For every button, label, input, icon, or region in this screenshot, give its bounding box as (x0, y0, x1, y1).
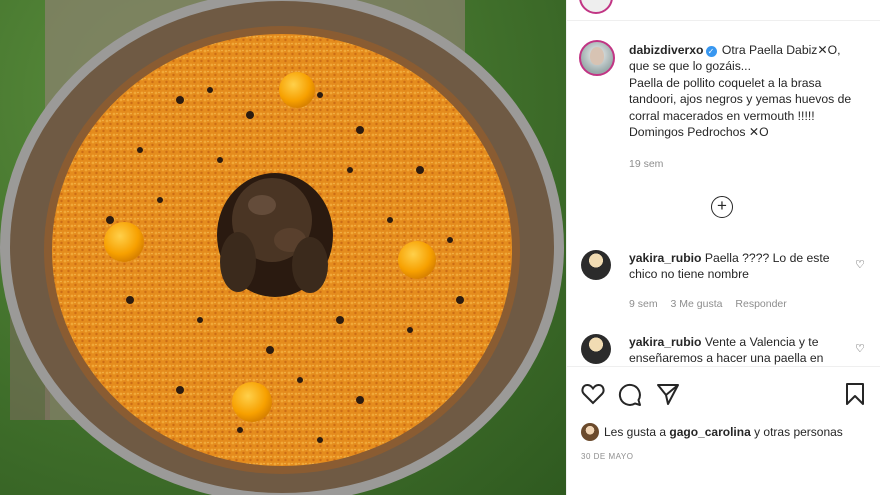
comment-line: Vente a Valencia y te (704, 335, 819, 349)
commenter-avatar[interactable] (581, 334, 611, 364)
divider (567, 20, 880, 21)
caption-line: Otra Paella Dabiz✕O, (721, 43, 841, 57)
caption-line: Domingos Pedrochos ✕O (629, 125, 769, 140)
likes-suffix[interactable]: y otras personas (754, 425, 843, 439)
author-avatar[interactable] (579, 40, 615, 76)
yolk-right (398, 241, 436, 279)
caption-line: tandoori, ajos negros y yemas huevos de (629, 92, 852, 107)
comment-line: enseñaremos a hacer una paella en (629, 351, 824, 366)
header-avatar[interactable] (579, 0, 613, 14)
comment-time[interactable]: 9 sem (629, 298, 658, 310)
comment-likes[interactable]: 3 Me gusta (671, 298, 723, 310)
heart-icon[interactable] (581, 383, 605, 405)
paella-photo (0, 0, 564, 495)
comment-icon[interactable] (618, 383, 642, 407)
verified-badge-icon: ✓ (705, 46, 717, 57)
liker-avatar[interactable] (581, 423, 599, 441)
load-more-comments-button[interactable]: + (711, 196, 733, 218)
yolk-top (279, 72, 315, 108)
comment-meta: 9 sem 3 Me gusta Responder (629, 298, 797, 310)
caption-text: dabizdiverxo ✓ Otra Paella Dabiz✕O, que s… (629, 42, 879, 140)
comment-reply-button[interactable]: Responder (735, 298, 786, 310)
commenter-avatar[interactable] (581, 250, 611, 280)
yolk-left (104, 222, 144, 262)
caption-line: corral macerados en vermouth !!!!! (629, 108, 815, 123)
post-sidebar: dabizdiverxo ✓ Otra Paella Dabiz✕O, que s… (566, 0, 880, 496)
comment-like-heart-icon[interactable]: ♡ (855, 258, 865, 271)
commenter-username[interactable]: yakira_rubio (629, 251, 701, 265)
likes-summary: Les gusta a gago_carolina y otras person… (581, 423, 843, 441)
comment-line: Paella ???? Lo de este (704, 251, 830, 265)
comment-text: yakira_rubio Paella ???? Lo de este chic… (629, 250, 849, 283)
grilled-chicken (217, 173, 333, 297)
commenter-username[interactable]: yakira_rubio (629, 335, 701, 349)
yolk-bottom (232, 382, 272, 422)
likes-prefix: Les gusta a (604, 425, 667, 439)
comment-like-heart-icon[interactable]: ♡ (855, 342, 865, 355)
post-time[interactable]: 19 sem (629, 158, 663, 170)
post-actions: Les gusta a gago_carolina y otras person… (567, 366, 880, 496)
caption-line: que se que lo gozáis... (629, 59, 751, 74)
author-username[interactable]: dabizdiverxo (629, 43, 704, 57)
liker-username[interactable]: gago_carolina (669, 425, 750, 439)
post-date: 30 DE MAYO (581, 452, 634, 461)
comment-line: chico no tiene nombre (629, 267, 749, 282)
caption-line: Paella de pollito coquelet a la brasa (629, 75, 822, 90)
post-image[interactable] (0, 0, 566, 495)
comment-text: yakira_rubio Vente a Valencia y te enseñ… (629, 334, 849, 367)
send-icon[interactable] (656, 382, 680, 406)
bookmark-icon[interactable] (845, 382, 865, 406)
